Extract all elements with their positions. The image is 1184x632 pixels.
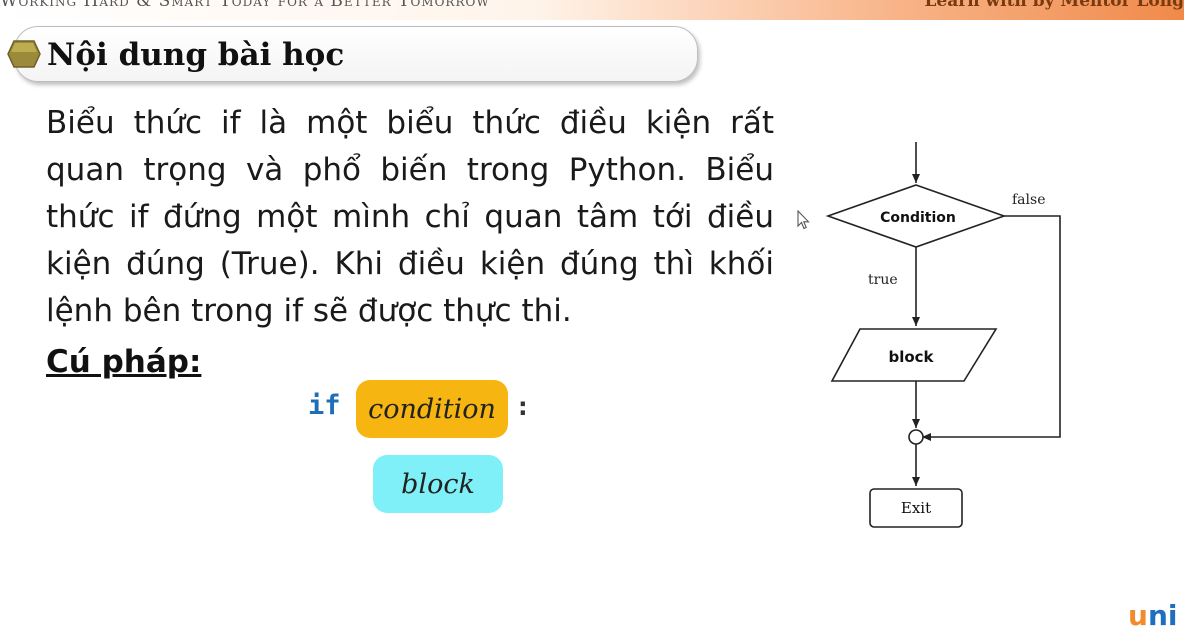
if-flowchart: Condition false true block Exit xyxy=(825,142,1061,528)
lesson-paragraph: Biểu thức if là một biểu thức điều kiện … xyxy=(46,105,774,329)
true-label: true xyxy=(868,272,898,288)
exit-text: Exit xyxy=(901,499,931,517)
section-title: Nội dung bài học xyxy=(47,37,345,73)
banner-right-text: Learn with by Mentor Long xyxy=(924,0,1184,11)
condition-text: Condition xyxy=(880,210,956,226)
syntax-label: Cú pháp: xyxy=(46,344,202,380)
merge-node xyxy=(908,429,924,445)
false-path xyxy=(922,215,1061,441)
hexagon-bullet-icon xyxy=(7,40,41,68)
syntax-colon: : xyxy=(515,392,531,422)
block-pill: block xyxy=(373,455,503,513)
banner-slogan: Working Hard & Smart Today for a Better … xyxy=(0,0,490,11)
logo-letter-u: u xyxy=(1128,599,1148,632)
block-text: block xyxy=(888,348,934,366)
logo-letter-i: i xyxy=(1167,599,1178,632)
if-keyword: if xyxy=(308,390,341,421)
condition-pill: condition xyxy=(356,380,508,438)
mouse-pointer-icon xyxy=(797,210,810,230)
section-header: Nội dung bài học xyxy=(7,26,698,82)
false-label: false xyxy=(1012,192,1045,208)
brand-logo: uni xyxy=(1128,600,1177,632)
top-banner: Working Hard & Smart Today for a Better … xyxy=(0,0,1184,20)
logo-letter-n: n xyxy=(1147,599,1168,632)
